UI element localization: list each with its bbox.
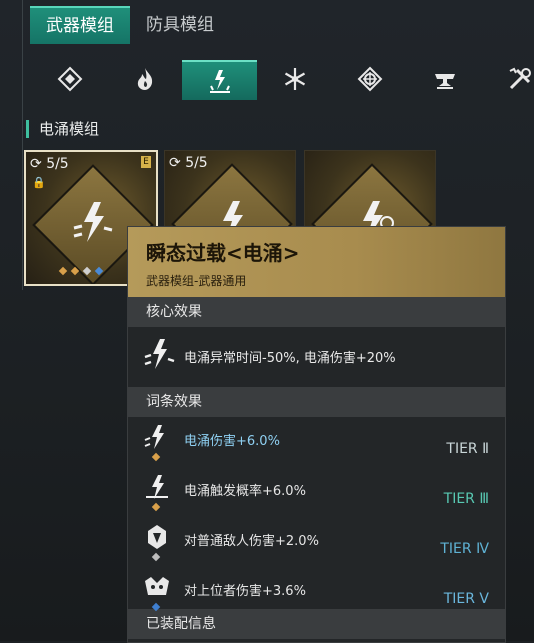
element-filter-bar — [32, 60, 534, 100]
core-effect-header: 核心效果 — [128, 297, 505, 327]
diamond-icon — [57, 66, 82, 92]
tier-gem — [151, 502, 161, 512]
surge-glyph-icon — [73, 202, 113, 242]
tab-armor-mods[interactable]: 防具模组 — [130, 6, 230, 44]
card-count: ⟳ 5/5 — [169, 155, 208, 171]
tier-gem — [151, 452, 161, 462]
entry-row: 对上位者伤害+3.6% TIER Ⅴ — [128, 567, 505, 617]
tab-element-ice[interactable] — [257, 60, 332, 98]
entry-text: 对上位者伤害+3.6% — [184, 584, 306, 599]
tier-gem — [151, 552, 161, 562]
tab-element-tools[interactable] — [482, 60, 534, 98]
entry-row: 电涌伤害+6.0% TIER Ⅱ — [128, 417, 505, 467]
snowflake-icon — [284, 68, 305, 90]
fire-icon — [137, 68, 152, 90]
shield-crest-icon — [357, 66, 382, 92]
tab-element-fire[interactable] — [107, 60, 182, 98]
tab-element-diamond[interactable] — [32, 60, 107, 98]
mod-subtitle: 武器模组-武器通用 — [146, 274, 247, 288]
tab-weapon-mods[interactable]: 武器模组 — [30, 6, 130, 44]
tools-icon — [509, 67, 531, 90]
surge-damage-icon — [144, 425, 164, 449]
tab-element-crest[interactable] — [332, 60, 407, 98]
rarity-badge: E — [141, 156, 151, 168]
entry-tier: TIER Ⅴ — [443, 591, 489, 607]
mod-detail-tooltip: 瞬态过载<电涌> 武器模组-武器通用 核心效果 电涌异常时间-50%, 电涌伤害… — [127, 226, 506, 643]
surge-glyph-icon — [144, 339, 175, 369]
entry-text: 对普通敌人伤害+2.0% — [184, 534, 319, 549]
entry-row: 对普通敌人伤害+2.0% TIER Ⅳ — [128, 517, 505, 567]
tab-element-anvil[interactable] — [407, 60, 482, 98]
frame-divider — [22, 0, 23, 290]
surge-trigger-icon — [146, 475, 168, 499]
mod-category-tabs: 武器模组 防具模组 — [30, 6, 230, 44]
entry-text: 电涌伤害+6.0% — [184, 434, 280, 449]
tab-element-surge[interactable] — [182, 60, 257, 100]
entry-row: 电涌触发概率+6.0% TIER Ⅲ — [128, 467, 505, 517]
tier-gem — [151, 602, 161, 612]
enemy-damage-icon — [148, 525, 166, 549]
slot-gem — [94, 266, 104, 276]
section-title: 电涌模组 — [26, 120, 99, 138]
boss-damage-icon — [145, 577, 169, 595]
slot-gem — [58, 266, 68, 276]
entry-tier: TIER Ⅲ — [443, 491, 489, 507]
entries-header: 词条效果 — [128, 387, 505, 417]
card-count: ⟳ 5/5 — [30, 156, 69, 172]
core-effect-text: 电涌异常时间-50%, 电涌伤害+20% — [184, 351, 396, 366]
entry-tier: TIER Ⅱ — [446, 441, 489, 457]
slot-gem — [82, 266, 92, 276]
entry-tier: TIER Ⅳ — [440, 541, 489, 557]
mod-title: 瞬态过载<电涌> — [146, 241, 300, 265]
slot-gem — [70, 266, 80, 276]
lock-icon: 🔒 — [32, 176, 46, 189]
core-effect-row: 电涌异常时间-50%, 电涌伤害+20% — [128, 327, 505, 387]
entry-text: 电涌触发概率+6.0% — [184, 484, 306, 499]
surge-icon — [209, 70, 230, 93]
tooltip-header: 瞬态过载<电涌> 武器模组-武器通用 — [128, 227, 505, 297]
card-slot-dots — [58, 266, 104, 276]
anvil-icon — [434, 74, 455, 89]
